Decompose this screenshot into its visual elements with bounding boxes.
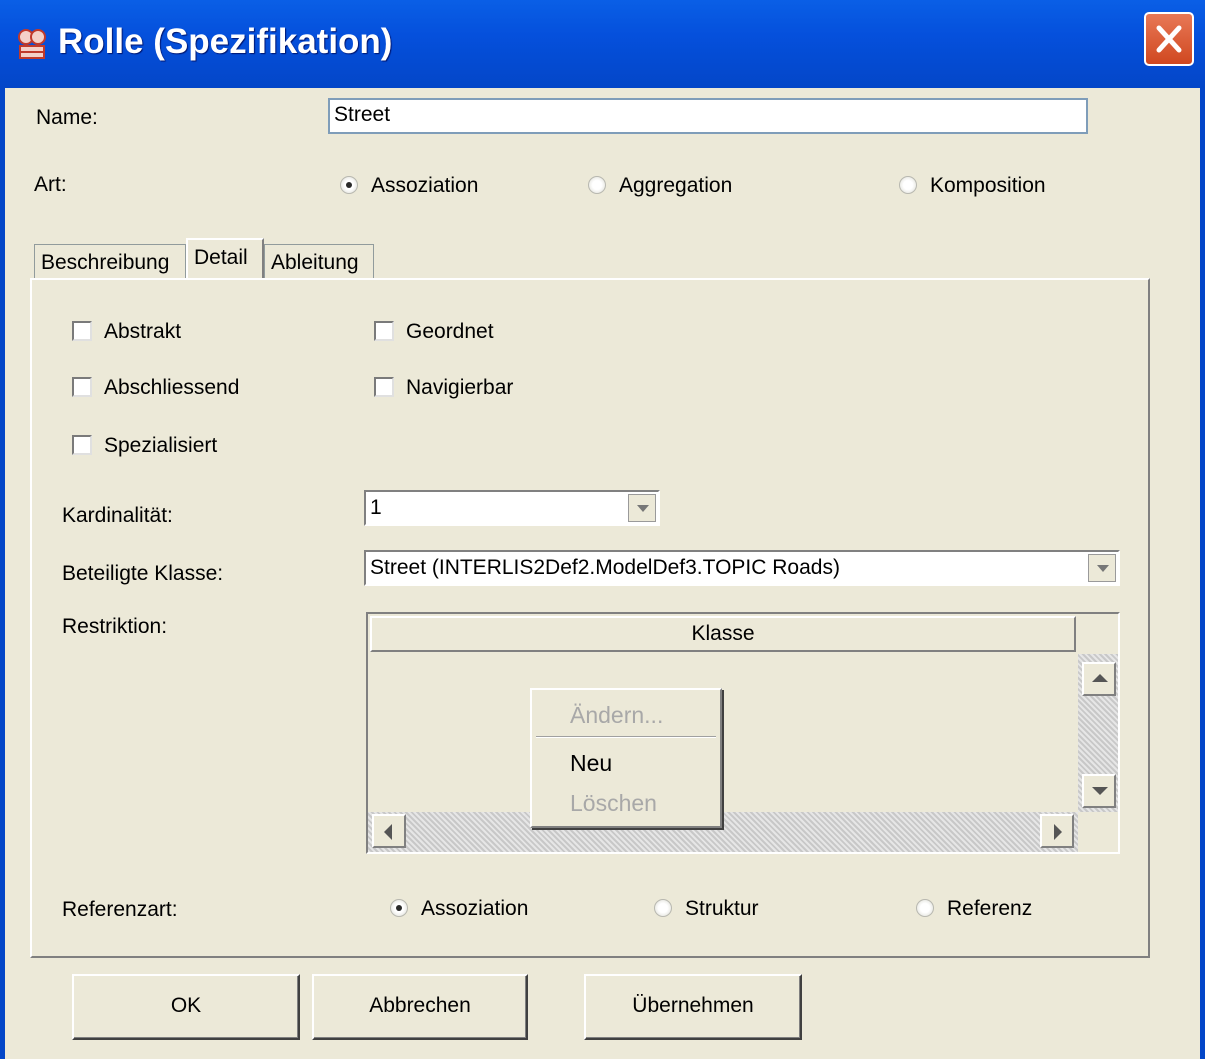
menu-separator xyxy=(536,736,716,738)
art-option-assoziation: Assoziation xyxy=(371,174,479,197)
referenzart-radio-assoziation[interactable] xyxy=(390,899,408,917)
kardinalitaet-value: 1 xyxy=(370,496,382,519)
art-radio-aggregation[interactable] xyxy=(588,176,606,194)
close-button[interactable] xyxy=(1144,12,1194,66)
name-label: Name: xyxy=(36,106,98,129)
kardinalitaet-label: Kardinalität: xyxy=(62,504,173,527)
menu-item-neu[interactable]: Neu xyxy=(570,750,612,777)
tab-beschreibung[interactable]: Beschreibung xyxy=(34,244,186,280)
klasse-combo[interactable]: Street (INTERLIS2Def2.ModelDef3.TOPIC Ro… xyxy=(364,550,1120,586)
context-menu: Ändern... Neu Löschen xyxy=(530,688,722,828)
referenzart-radio-referenz[interactable] xyxy=(916,899,934,917)
checkbox-label-spezialisiert: Spezialisiert xyxy=(104,434,218,457)
tab-label: Detail xyxy=(194,246,248,269)
window-frame-left xyxy=(0,88,5,1059)
arrow-right-icon xyxy=(1054,824,1062,840)
checkbox-geordnet[interactable] xyxy=(374,321,394,341)
restriktion-table[interactable]: Klasse xyxy=(366,612,1120,854)
ok-button[interactable]: OK xyxy=(72,974,300,1040)
arrow-down-icon xyxy=(1092,787,1108,795)
scroll-left-button[interactable] xyxy=(372,814,406,848)
tab-label: Beschreibung xyxy=(41,251,170,274)
referenzart-label: Referenzart: xyxy=(62,898,178,921)
close-icon xyxy=(1156,25,1182,53)
arrow-up-icon xyxy=(1092,674,1108,682)
window-frame-right xyxy=(1200,88,1205,1059)
checkbox-label-abschliessend: Abschliessend xyxy=(104,376,240,399)
scroll-down-button[interactable] xyxy=(1082,774,1116,808)
referenzart-radio-struktur[interactable] xyxy=(654,899,672,917)
menu-item-loeschen[interactable]: Löschen xyxy=(570,790,657,817)
menu-item-aendern[interactable]: Ändern... xyxy=(570,702,663,729)
art-radio-komposition[interactable] xyxy=(899,176,917,194)
chevron-down-icon[interactable] xyxy=(628,494,656,522)
chevron-down-icon[interactable] xyxy=(1088,554,1116,582)
referenzart-option-assoziation: Assoziation xyxy=(421,897,529,920)
klasse-value: Street (INTERLIS2Def2.ModelDef3.TOPIC Ro… xyxy=(370,556,840,579)
referenzart-option-referenz: Referenz xyxy=(947,897,1033,920)
name-input[interactable]: Street xyxy=(328,98,1088,134)
apply-button[interactable]: Übernehmen xyxy=(584,974,802,1040)
cancel-button[interactable]: Abbrechen xyxy=(312,974,528,1040)
art-label: Art: xyxy=(34,173,67,196)
table-column-header[interactable]: Klasse xyxy=(370,616,1076,652)
checkbox-abschliessend[interactable] xyxy=(72,377,92,397)
window-title: Rolle (Spezifikation) xyxy=(58,22,393,61)
scroll-up-button[interactable] xyxy=(1082,662,1116,696)
checkbox-label-abstrakt: Abstrakt xyxy=(104,320,182,343)
tab-detail[interactable]: Detail xyxy=(186,238,264,278)
art-option-aggregation: Aggregation xyxy=(619,174,733,197)
vertical-scrollbar[interactable] xyxy=(1078,654,1118,812)
checkbox-abstrakt[interactable] xyxy=(72,321,92,341)
art-option-komposition: Komposition xyxy=(930,174,1046,197)
horizontal-scrollbar[interactable] xyxy=(368,812,1078,852)
checkbox-navigierbar[interactable] xyxy=(374,377,394,397)
checkbox-spezialisiert[interactable] xyxy=(72,435,92,455)
scroll-right-button[interactable] xyxy=(1040,814,1074,848)
tab-ableitung[interactable]: Ableitung xyxy=(264,244,374,280)
referenzart-option-struktur: Struktur xyxy=(685,897,759,920)
art-radio-assoziation[interactable] xyxy=(340,176,358,194)
title-bar[interactable]: Rolle (Spezifikation) xyxy=(0,0,1205,88)
app-icon xyxy=(14,26,50,62)
checkbox-label-geordnet: Geordnet xyxy=(406,320,494,343)
checkbox-label-navigierbar: Navigierbar xyxy=(406,376,514,399)
tab-label: Ableitung xyxy=(271,251,359,274)
kardinalitaet-combo[interactable]: 1 xyxy=(364,490,660,526)
klasse-label: Beteiligte Klasse: xyxy=(62,562,224,585)
restriktion-label: Restriktion: xyxy=(62,615,168,638)
arrow-left-icon xyxy=(384,824,392,840)
